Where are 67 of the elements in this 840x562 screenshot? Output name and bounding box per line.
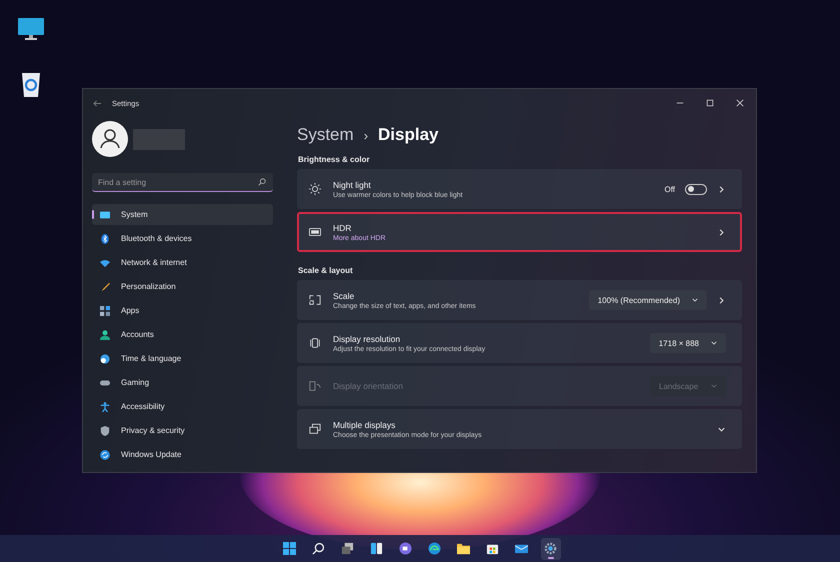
chevron-right-icon[interactable] bbox=[717, 228, 726, 236]
mail-icon bbox=[515, 542, 528, 555]
setting-title: HDR bbox=[333, 222, 352, 232]
refresh-icon bbox=[100, 450, 110, 460]
caret-icon bbox=[692, 298, 698, 302]
shield-icon bbox=[100, 426, 110, 436]
monitors-icon bbox=[309, 423, 321, 435]
dropdown[interactable]: 1718 × 888 bbox=[650, 333, 726, 353]
breadcrumb-parent[interactable]: System bbox=[297, 125, 354, 145]
start-icon bbox=[283, 542, 296, 555]
monitor-icon bbox=[17, 17, 45, 41]
nav-item[interactable]: Privacy & security bbox=[92, 420, 273, 441]
nav-item[interactable]: Personalization bbox=[92, 276, 273, 297]
wifi-icon bbox=[100, 258, 110, 268]
section-heading: Brightness & color bbox=[298, 155, 371, 164]
nav-item[interactable]: Windows Update bbox=[92, 444, 273, 465]
toggle-switch[interactable] bbox=[685, 184, 707, 194]
setting-title: Display orientation bbox=[333, 381, 403, 391]
chat-icon bbox=[399, 542, 412, 555]
recycle-bin-icon bbox=[20, 70, 42, 98]
nav-item[interactable]: Apps bbox=[92, 300, 273, 321]
accessibility-icon bbox=[100, 402, 110, 412]
nav-item[interactable]: Accessibility bbox=[92, 396, 273, 417]
search-icon bbox=[312, 542, 325, 555]
task-view-icon bbox=[341, 542, 354, 555]
setting-title: Display resolution bbox=[333, 334, 402, 344]
sun-icon bbox=[309, 183, 321, 195]
nav-item[interactable]: Time & language bbox=[92, 348, 273, 369]
page-title: Display bbox=[378, 125, 439, 145]
section-heading: Scale & layout bbox=[298, 266, 354, 275]
dropdown[interactable]: 100% (Recommended) bbox=[588, 290, 707, 310]
widgets-icon bbox=[370, 542, 383, 555]
bluetooth-icon bbox=[100, 234, 110, 244]
brush-icon bbox=[100, 282, 110, 292]
avatar-icon bbox=[92, 121, 128, 157]
chevron-right-icon[interactable] bbox=[717, 296, 726, 304]
setting-title: Multiple displays bbox=[333, 420, 396, 430]
caret-icon bbox=[711, 341, 717, 345]
caret-icon bbox=[711, 384, 717, 388]
rotate-screen-icon bbox=[309, 380, 321, 392]
maximize-icon[interactable] bbox=[706, 99, 714, 107]
settings-icon bbox=[544, 542, 557, 555]
monitor-icon bbox=[100, 210, 110, 220]
apps-icon bbox=[100, 306, 110, 316]
scale-icon bbox=[309, 294, 321, 306]
resize-icon bbox=[309, 337, 321, 349]
browser-icon bbox=[428, 542, 441, 555]
name-placeholder bbox=[133, 128, 185, 150]
setting-title: Scale bbox=[333, 290, 356, 300]
nav-item[interactable]: Network & internet bbox=[92, 252, 273, 273]
setting-title: Night light bbox=[333, 180, 372, 190]
back-arrow-icon[interactable] bbox=[93, 98, 102, 108]
store-icon bbox=[486, 542, 499, 555]
nav-item[interactable]: Accounts bbox=[92, 324, 273, 345]
search-field[interactable]: Find a setting bbox=[92, 173, 273, 192]
nav-item[interactable]: Gaming bbox=[92, 372, 273, 393]
nav-item[interactable]: System bbox=[92, 204, 273, 225]
taskbar-button[interactable] bbox=[540, 538, 560, 560]
search-icon[interactable] bbox=[258, 178, 266, 186]
hdr-icon bbox=[309, 226, 321, 238]
chevron-right-icon[interactable] bbox=[717, 184, 726, 194]
person-icon bbox=[100, 330, 110, 340]
breadcrumb-separator: › bbox=[364, 128, 368, 143]
close-icon[interactable] bbox=[736, 99, 744, 107]
nav-item[interactable]: Bluetooth & devices bbox=[92, 228, 273, 249]
toggle-state-label: Off bbox=[664, 184, 675, 194]
folder-icon bbox=[457, 542, 470, 555]
